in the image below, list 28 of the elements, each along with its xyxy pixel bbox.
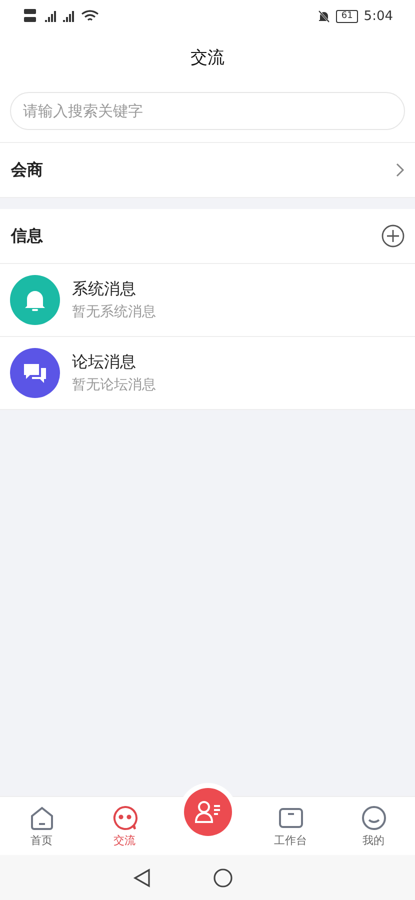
- message-subtitle: 暂无系统消息: [72, 303, 156, 321]
- tab-item[interactable]: 工作台: [249, 797, 332, 855]
- section-header[interactable]: 会商: [0, 143, 415, 198]
- smiley-icon: [360, 804, 386, 830]
- section-header[interactable]: 信息: [0, 209, 415, 264]
- section-title: 会商: [11, 160, 43, 180]
- home-circle-icon[interactable]: [212, 868, 232, 888]
- message-item[interactable]: 系统消息 暂无系统消息: [0, 264, 415, 337]
- status-time: 5:04: [364, 8, 393, 24]
- tab-item[interactable]: 我的: [332, 797, 415, 855]
- chat-icon: [112, 804, 138, 830]
- battery-level: 61: [336, 10, 358, 22]
- add-icon[interactable]: [381, 224, 405, 248]
- chevron-right-icon: [395, 162, 405, 178]
- page-title: 交流: [190, 46, 224, 68]
- contact-card-icon: [194, 799, 222, 825]
- back-icon[interactable]: [132, 868, 150, 888]
- message-title: 论坛消息: [72, 352, 137, 373]
- muted-bell-icon: [318, 10, 330, 22]
- message-title: 系统消息: [72, 279, 137, 300]
- message-item[interactable]: 论坛消息 暂无论坛消息: [0, 337, 415, 410]
- tab-item[interactable]: 交流: [83, 797, 166, 855]
- message-subtitle: 暂无论坛消息: [72, 376, 156, 394]
- search-field[interactable]: 请输入搜索关键字: [10, 92, 405, 130]
- contacts-button[interactable]: [184, 788, 232, 836]
- section-title: 信息: [11, 226, 43, 246]
- tab-item[interactable]: 首页: [0, 797, 83, 855]
- home-icon: [28, 804, 54, 830]
